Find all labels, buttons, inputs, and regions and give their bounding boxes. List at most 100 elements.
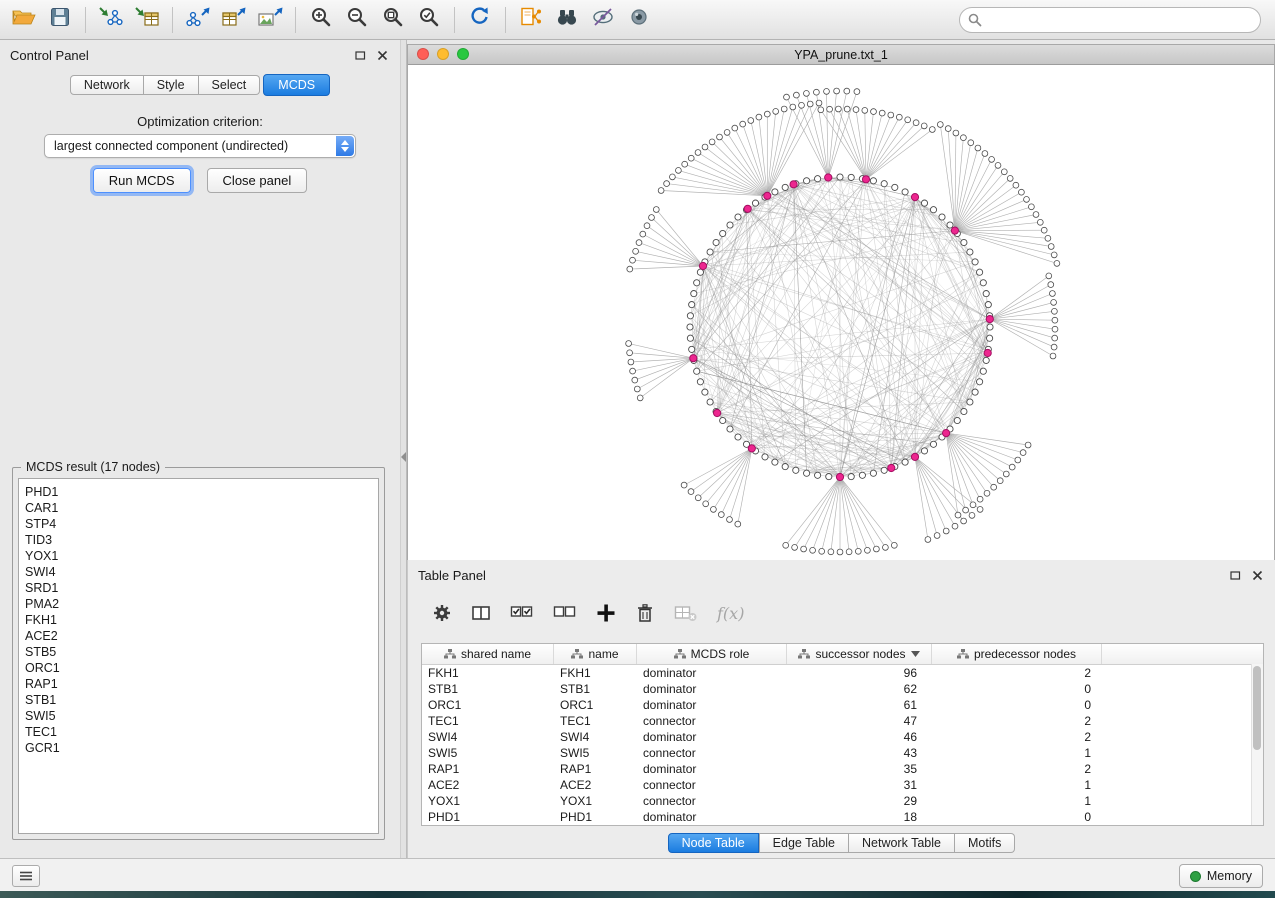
table-cell: 2 [932, 729, 1102, 745]
mcds-result-item[interactable]: YOX1 [25, 548, 378, 564]
refresh-button[interactable] [462, 5, 498, 35]
column-header-name[interactable]: name [554, 644, 637, 664]
network-view-window: YPA_prune.txt_1 [407, 44, 1275, 560]
table-row[interactable]: SWI5SWI5connector431 [422, 745, 1263, 761]
mcds-result-item[interactable]: RAP1 [25, 676, 378, 692]
tab-network[interactable]: Network [70, 75, 144, 95]
tab-edge-table[interactable]: Edge Table [759, 833, 849, 853]
mcds-result-item[interactable]: STB5 [25, 644, 378, 660]
mcds-result-list[interactable]: PHD1CAR1STP4TID3YOX1SWI4SRD1PMA2FKH1ACE2… [18, 478, 379, 834]
table-row[interactable]: TEC1TEC1connector472 [422, 713, 1263, 729]
float-panel-button[interactable] [352, 49, 368, 63]
table-cell [1102, 729, 1263, 745]
mcds-result-item[interactable]: SRD1 [25, 580, 378, 596]
mcds-result-item[interactable]: SWI5 [25, 708, 378, 724]
search-input[interactable] [988, 12, 1252, 28]
close-window-icon[interactable] [417, 48, 429, 60]
mcds-result-item[interactable]: FKH1 [25, 612, 378, 628]
function-builder-button[interactable]: f(x) [717, 604, 744, 623]
mcds-result-item[interactable]: STB1 [25, 692, 378, 708]
column-header-mcds-role[interactable]: MCDS role [637, 644, 787, 664]
table-settings-button[interactable] [432, 603, 452, 623]
mcds-result-item[interactable]: ORC1 [25, 660, 378, 676]
close-panel-button[interactable] [374, 49, 390, 63]
share-network-button[interactable] [513, 5, 549, 35]
network-window-titlebar[interactable]: YPA_prune.txt_1 [408, 45, 1274, 65]
mcds-result-item[interactable]: PHD1 [25, 484, 378, 500]
mcds-result-item[interactable]: GCR1 [25, 740, 378, 756]
save-session-icon [49, 6, 71, 33]
zoom-fit-button[interactable] [375, 5, 411, 35]
zoom-selected-button[interactable] [411, 5, 447, 35]
table-cell: 2 [932, 713, 1102, 729]
table-cell: connector [637, 745, 787, 761]
open-file-button[interactable] [6, 5, 42, 35]
tab-motifs[interactable]: Motifs [955, 833, 1015, 853]
hide-details-button[interactable] [585, 5, 621, 35]
column-header-successor-nodes[interactable]: successor nodes [787, 644, 932, 664]
maximize-window-icon[interactable] [457, 48, 469, 60]
table-scrollbar-thumb[interactable] [1253, 666, 1261, 750]
mcds-result-item[interactable]: CAR1 [25, 500, 378, 516]
node-table: shared name name MCDS role successor nod… [421, 643, 1264, 826]
delete-column-button[interactable] [635, 603, 655, 623]
search-network-button[interactable] [549, 5, 585, 35]
task-history-button[interactable] [12, 865, 40, 887]
show-columns-button[interactable] [471, 603, 491, 623]
network-graph[interactable] [408, 65, 1274, 560]
network-canvas[interactable] [408, 65, 1274, 560]
table-row[interactable]: ORC1ORC1dominator610 [422, 697, 1263, 713]
mcds-result-item[interactable]: ACE2 [25, 628, 378, 644]
clear-table-icon [674, 603, 698, 623]
table-cell: SWI4 [554, 729, 637, 745]
mcds-result-item[interactable]: PMA2 [25, 596, 378, 612]
export-table-button[interactable] [216, 5, 252, 35]
zoom-out-button[interactable] [339, 5, 375, 35]
tab-style[interactable]: Style [144, 75, 199, 95]
criterion-select[interactable]: largest connected component (undirected) [44, 134, 356, 158]
save-session-button[interactable] [42, 5, 78, 35]
tab-network-table[interactable]: Network Table [849, 833, 955, 853]
table-row[interactable]: ACE2ACE2connector311 [422, 777, 1263, 793]
table-row[interactable]: PHD1PHD1dominator180 [422, 809, 1263, 825]
gear-icon [432, 603, 452, 623]
deselect-all-button[interactable] [553, 603, 577, 623]
run-mcds-button[interactable]: Run MCDS [93, 168, 191, 193]
show-details-button[interactable] [621, 5, 657, 35]
clear-table-button[interactable] [674, 603, 698, 623]
column-header-shared-name[interactable]: shared name [422, 644, 554, 664]
zoom-in-button[interactable] [303, 5, 339, 35]
sort-menu-icon[interactable] [911, 651, 920, 657]
close-table-panel-button[interactable] [1249, 569, 1265, 583]
search-field[interactable] [959, 7, 1261, 33]
tab-mcds[interactable]: MCDS [263, 74, 330, 96]
splitter-collapse-icon[interactable] [401, 452, 406, 462]
minimize-window-icon[interactable] [437, 48, 449, 60]
tab-select[interactable]: Select [199, 75, 261, 95]
tab-node-table[interactable]: Node Table [668, 833, 759, 853]
table-row[interactable]: RAP1RAP1dominator352 [422, 761, 1263, 777]
import-network-icon [98, 6, 124, 33]
add-column-button[interactable] [596, 603, 616, 623]
float-table-panel-button[interactable] [1227, 569, 1243, 583]
table-cell: 2 [932, 665, 1102, 681]
panel-splitter[interactable] [400, 40, 407, 858]
select-all-button[interactable] [510, 603, 534, 623]
export-image-button[interactable] [252, 5, 288, 35]
import-table-button[interactable] [129, 5, 165, 35]
table-row[interactable]: STB1STB1dominator620 [422, 681, 1263, 697]
table-row[interactable]: YOX1YOX1connector291 [422, 793, 1263, 809]
table-cell: 1 [932, 777, 1102, 793]
mcds-result-item[interactable]: TEC1 [25, 724, 378, 740]
mcds-result-item[interactable]: TID3 [25, 532, 378, 548]
mcds-result-item[interactable]: STP4 [25, 516, 378, 532]
trash-icon [635, 603, 655, 623]
memory-button[interactable]: Memory [1179, 864, 1263, 888]
export-network-button[interactable] [180, 5, 216, 35]
table-row[interactable]: SWI4SWI4dominator462 [422, 729, 1263, 745]
import-network-button[interactable] [93, 5, 129, 35]
table-row[interactable]: FKH1FKH1dominator962 [422, 665, 1263, 681]
column-header-predecessor-nodes[interactable]: predecessor nodes [932, 644, 1102, 664]
mcds-result-item[interactable]: SWI4 [25, 564, 378, 580]
close-panel-action-button[interactable]: Close panel [207, 168, 308, 193]
